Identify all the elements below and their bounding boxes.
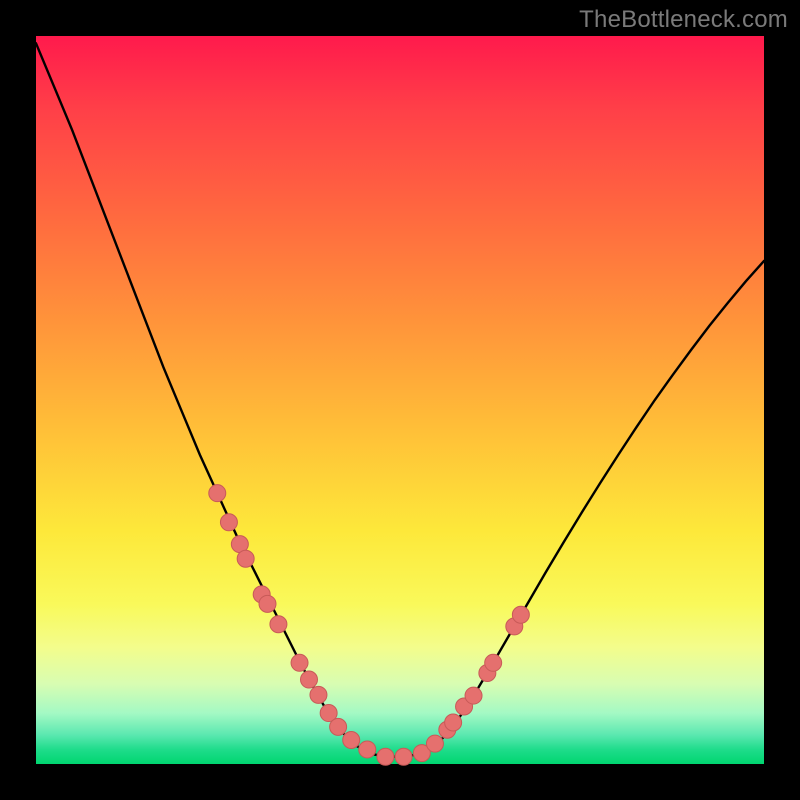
curve-dot [291,654,308,671]
curve-dot [445,714,462,731]
chart-svg [36,36,764,764]
curve-dot [237,550,254,567]
curve-dot [270,616,287,633]
curve-dot [465,687,482,704]
curve-dot [310,686,327,703]
curve-dot [395,748,412,765]
curve-dot [485,654,502,671]
curve-dot [330,718,347,735]
curve-dot [377,748,394,765]
curve-dot [259,595,276,612]
curve-dot [209,485,226,502]
chart-frame: TheBottleneck.com [0,0,800,800]
watermark-text: TheBottleneck.com [579,6,788,34]
curve-dot [220,514,237,531]
curve-dot [301,671,318,688]
curve-dot [512,606,529,623]
bottleneck-curve [36,43,764,756]
curve-dot [426,735,443,752]
plot-area [36,36,764,764]
curve-dot [343,731,360,748]
curve-dot [359,741,376,758]
curve-sample-dots [209,485,530,766]
